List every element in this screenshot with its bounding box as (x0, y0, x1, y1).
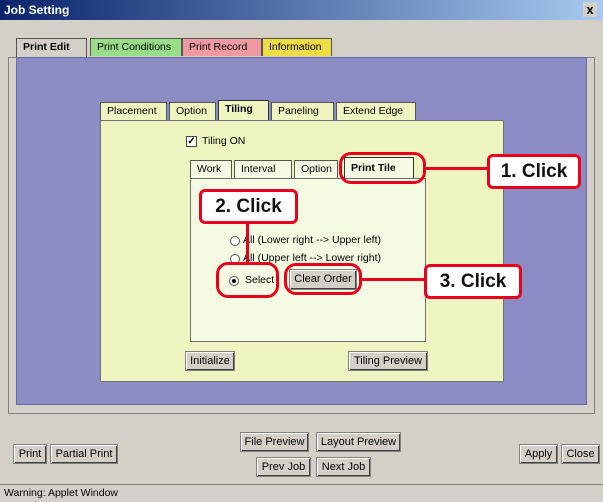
tab-label: Work (197, 163, 222, 175)
tab-label: Placement (107, 105, 157, 117)
highlight-select-radio (216, 262, 279, 298)
connector-step2 (246, 223, 249, 265)
print-button[interactable]: Print (13, 444, 47, 464)
tab-work[interactable]: Work (190, 160, 232, 178)
tab-label: Information (269, 41, 322, 53)
tab-option[interactable]: Option (169, 102, 216, 120)
highlight-print-tile (339, 152, 426, 184)
tab-label: Tiling (225, 103, 253, 115)
connector-step1 (426, 167, 488, 170)
tiling-on-label: Tiling ON (202, 135, 246, 147)
tab-label: Interval (241, 163, 276, 175)
close-window-icon[interactable]: x (583, 2, 597, 17)
tab-extend-edge[interactable]: Extend Edge (336, 102, 416, 120)
status-text: Warning: Applet Window (4, 487, 118, 499)
callout-step2: 2. Click (199, 189, 298, 224)
tab-tiling[interactable]: Tiling (218, 100, 269, 121)
tab-placement[interactable]: Placement (100, 102, 167, 120)
tab-print-edit[interactable]: Print Edit (16, 38, 87, 58)
callout-step1: 1. Click (487, 154, 581, 189)
tab-label: Print Record (189, 41, 248, 53)
tab-information[interactable]: Information (262, 38, 332, 56)
file-preview-button[interactable]: File Preview (240, 432, 309, 452)
tab-label: Print Edit (23, 41, 70, 53)
radio-all-lower-right[interactable] (230, 236, 240, 246)
tab-label: Option (301, 163, 332, 175)
status-bar: Warning: Applet Window (0, 484, 603, 502)
initialize-button[interactable]: Initialize (185, 351, 235, 371)
tab-label: Option (176, 105, 207, 117)
title-bar: Job Setting x (0, 0, 603, 20)
next-job-button[interactable]: Next Job (316, 457, 371, 477)
window-title: Job Setting (4, 3, 70, 17)
close-button[interactable]: Close (561, 444, 600, 464)
apply-button[interactable]: Apply (519, 444, 558, 464)
highlight-clear-order (284, 263, 362, 295)
tab-print-record[interactable]: Print Record (182, 38, 262, 56)
layout-preview-button[interactable]: Layout Preview (316, 432, 401, 452)
tab-label: Print Conditions (97, 41, 172, 53)
radio-all-lower-right-label: All (Lower right --> Upper left) (243, 234, 382, 246)
tab-label: Extend Edge (343, 105, 404, 117)
tab-label: Paneling (278, 105, 319, 117)
tab-sub-option[interactable]: Option (294, 160, 338, 178)
prev-job-button[interactable]: Prev Job (256, 457, 311, 477)
connector-step3 (362, 278, 424, 281)
tab-print-conditions[interactable]: Print Conditions (90, 38, 182, 56)
tiling-on-checkbox[interactable]: ✓ (186, 136, 197, 147)
tiling-preview-button[interactable]: Tiling Preview (348, 351, 428, 371)
tab-interval[interactable]: Interval (234, 160, 292, 178)
callout-step3: 3. Click (424, 264, 522, 299)
partial-print-button[interactable]: Partial Print (50, 444, 118, 464)
tab-paneling[interactable]: Paneling (271, 102, 334, 120)
